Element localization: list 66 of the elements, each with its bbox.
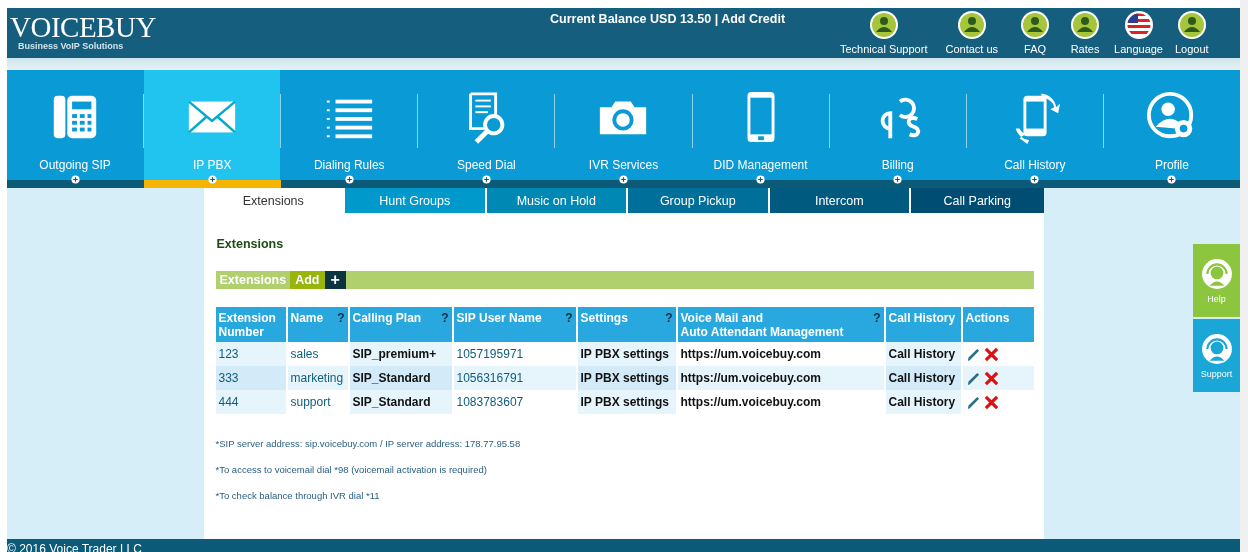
balance-link[interactable]: Current Balance USD 13.50 | Add Credit (550, 12, 820, 26)
expand-icon[interactable] (756, 175, 765, 184)
voicemail-link[interactable]: https://um.voicebuy.com (680, 395, 821, 409)
voicemail-link[interactable]: https://um.voicebuy.com (680, 347, 821, 361)
help-mark[interactable]: ? (337, 311, 345, 325)
column-header: SIP User Name ? (453, 307, 576, 342)
edit-icon[interactable] (965, 346, 981, 362)
header-link[interactable]: Rates (1070, 43, 1100, 55)
table-cell: 123 (215, 342, 286, 366)
help-mark[interactable]: ? (873, 311, 881, 339)
header-link[interactable]: Language (1114, 43, 1163, 55)
user-icon[interactable] (956, 10, 987, 40)
note-text: *To access to voicemail dial *98 (voicemail activation is required) (215, 464, 488, 475)
edit-icon[interactable] (965, 370, 981, 386)
table-cell: SIP_Standard (349, 390, 452, 414)
tab[interactable]: Music on Hold (484, 188, 626, 213)
table-cell: marketing (287, 366, 348, 390)
delete-icon[interactable] (983, 370, 999, 386)
section-title: Extensions (216, 237, 285, 251)
user-icon[interactable] (1176, 10, 1207, 40)
plus-button[interactable]: + (324, 271, 346, 289)
logo[interactable]: VOICEBUY (10, 13, 550, 41)
flag-icon[interactable] (1123, 10, 1154, 40)
expand-icon[interactable] (208, 175, 217, 184)
expand-icon[interactable] (345, 175, 354, 184)
headset-icon (1200, 332, 1233, 365)
note-text: *SIP server address: sip.voicebuy.com / IP server address: 178.77.95.58 (215, 438, 522, 449)
tab[interactable]: Group Pickup (626, 188, 768, 213)
table-cell: 333 (215, 366, 286, 390)
column-header: Name ? (287, 307, 348, 342)
user-icon[interactable] (1020, 10, 1051, 40)
column-header: Settings ? (577, 307, 676, 342)
expand-icon[interactable] (893, 175, 902, 184)
headset-icon (1200, 257, 1233, 290)
header-link[interactable]: FAQ (1024, 43, 1047, 55)
tab[interactable]: Call Parking (909, 188, 1044, 213)
table-cell: 1056316791 (453, 366, 576, 390)
tagline: Business VoIP Solutions (18, 41, 125, 51)
column-header: Actions (962, 307, 1034, 342)
delete-icon[interactable] (983, 346, 999, 362)
tab[interactable]: Intercom (767, 188, 909, 213)
column-header: Voice Mail and Auto Attendant Management ? (677, 307, 884, 342)
note-text: *To check balance through IVR dial *11 (215, 490, 381, 501)
header-link[interactable]: Logout (1175, 43, 1209, 55)
column-header: Extension Number (215, 307, 286, 342)
expand-icon[interactable] (1030, 175, 1039, 184)
expand-icon[interactable] (482, 175, 491, 184)
column-header: Call History (885, 307, 961, 342)
help-mark[interactable]: ? (565, 311, 573, 325)
help-mark[interactable]: ? (665, 311, 673, 325)
column-header: Calling Plan ? (349, 307, 452, 342)
scrollbar[interactable] (1240, 0, 1248, 552)
expand-icon[interactable] (1167, 175, 1176, 184)
toolbar-label: Extensions (218, 272, 288, 289)
expand-icon[interactable] (619, 175, 628, 184)
delete-icon[interactable] (983, 394, 999, 410)
header-link[interactable]: Technical Support (840, 43, 928, 55)
user-icon[interactable] (1070, 10, 1101, 40)
table-cell: SIP_Standard (349, 366, 452, 390)
help-mark[interactable]: ? (441, 311, 449, 325)
user-icon[interactable] (868, 10, 899, 40)
header-link[interactable]: Contact us (945, 43, 999, 55)
expand-icon[interactable] (71, 175, 80, 184)
edit-icon[interactable] (965, 394, 981, 410)
table-cell: 444 (215, 390, 286, 414)
table-cell: SIP_premium+ (349, 342, 452, 366)
